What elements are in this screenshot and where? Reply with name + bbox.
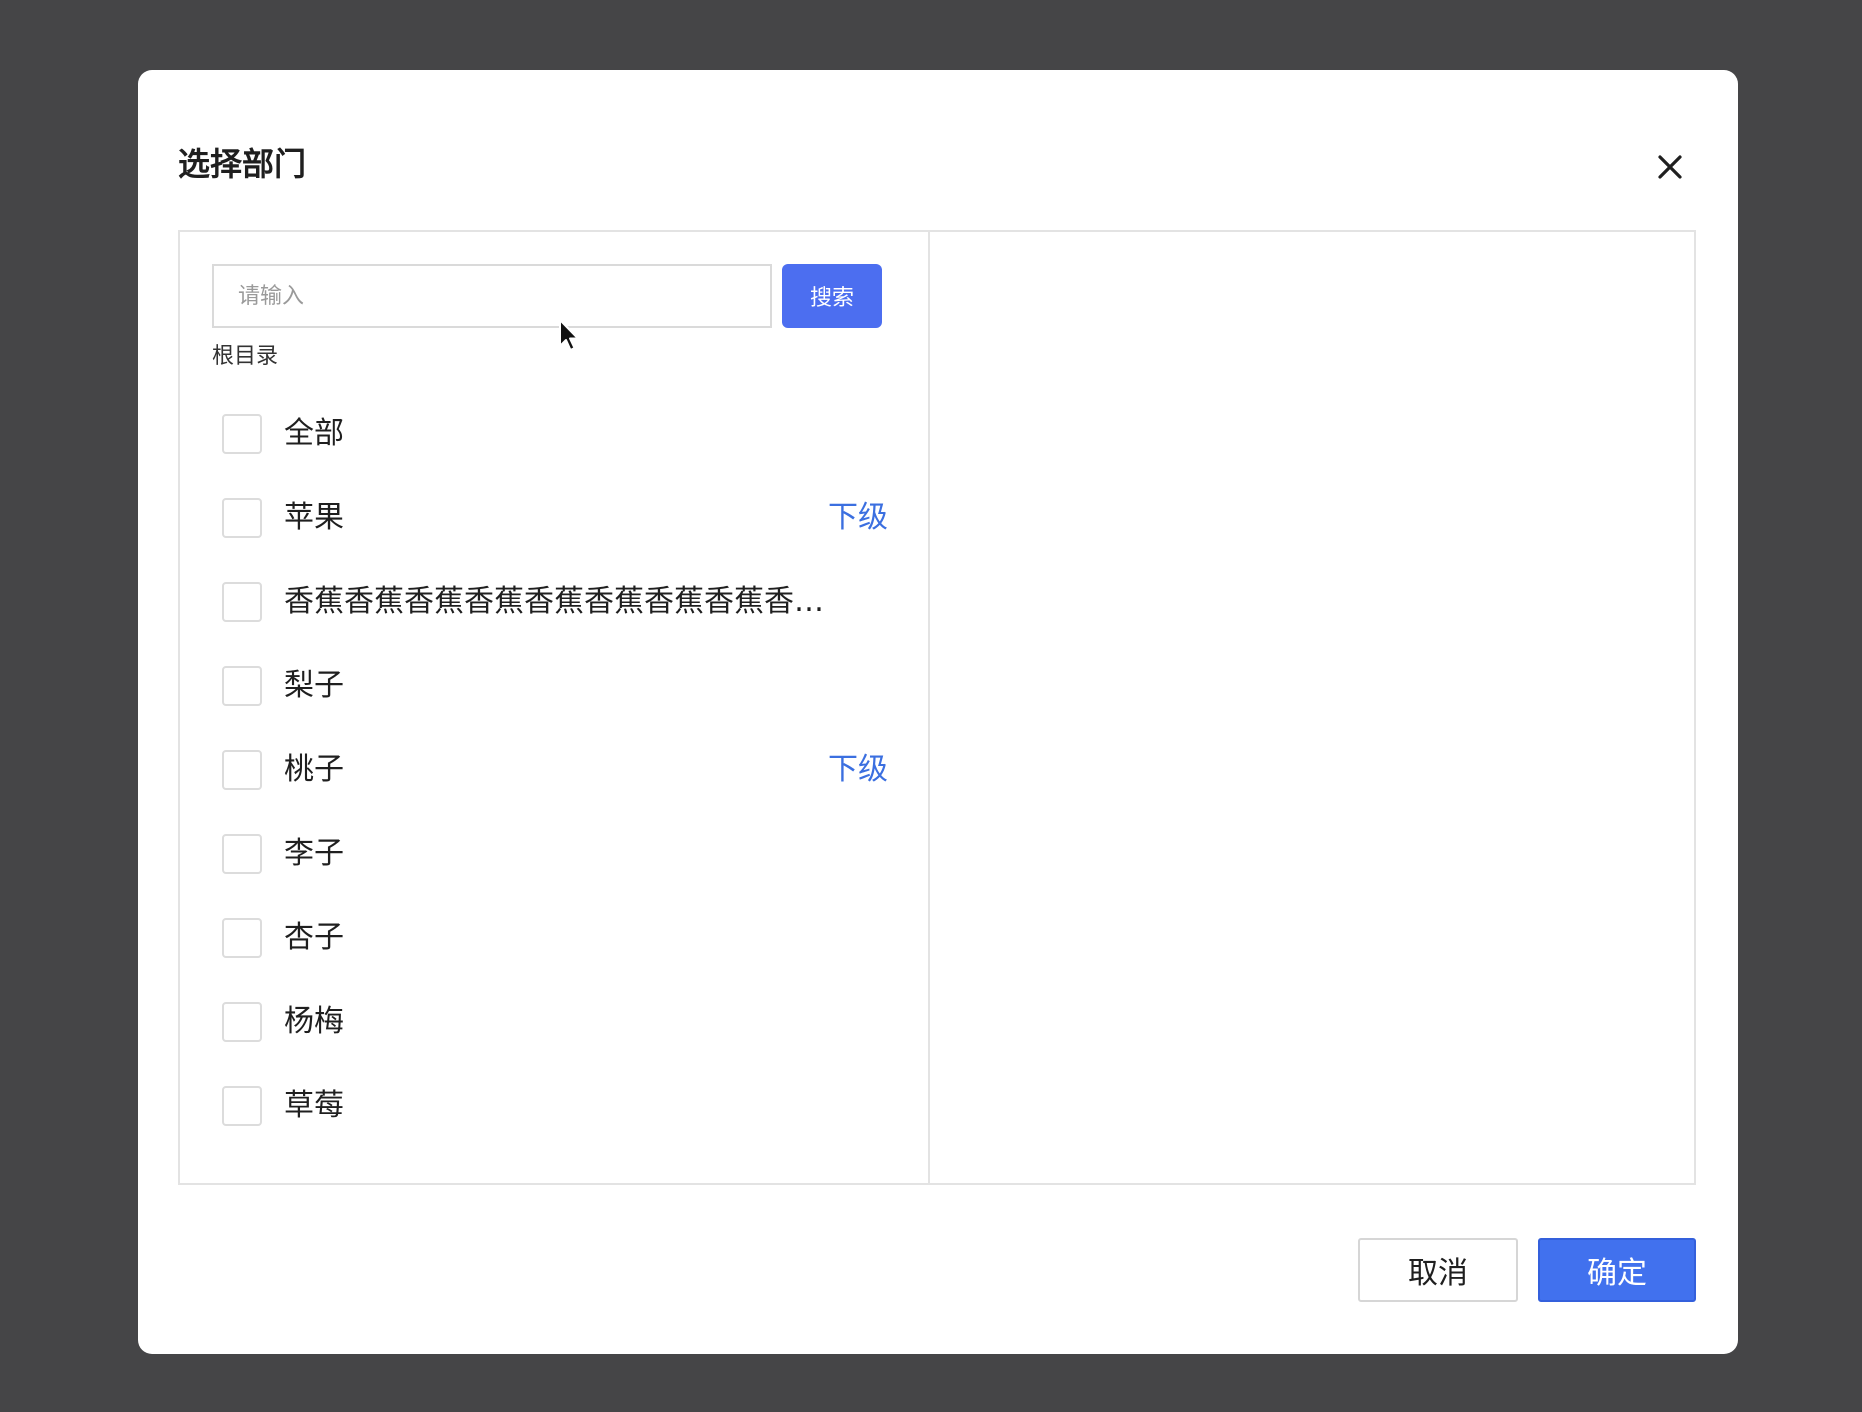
checkbox[interactable] [222, 834, 262, 874]
checkbox[interactable] [222, 498, 262, 538]
item-label: 桃子 [284, 752, 344, 787]
item-label: 李子 [284, 836, 344, 871]
subordinate-link[interactable]: 下级 [828, 728, 888, 812]
breadcrumb-root: 根目录 [212, 344, 279, 369]
list-item-apple[interactable]: 苹果 下级 [180, 476, 928, 560]
list-item-peach[interactable]: 桃子 下级 [180, 728, 928, 812]
confirm-button[interactable]: 确定 [1538, 1238, 1696, 1302]
checkbox[interactable] [222, 1002, 262, 1042]
checkbox[interactable] [222, 1086, 262, 1126]
checkbox[interactable] [222, 918, 262, 958]
list-item-strawberry[interactable]: 草莓 [180, 1064, 928, 1148]
item-label: 全部 [284, 416, 344, 451]
dialog-title: 选择部门 [178, 145, 307, 183]
item-label: 杏子 [284, 920, 344, 955]
checkbox[interactable] [222, 750, 262, 790]
list-item-banana[interactable]: 香蕉香蕉香蕉香蕉香蕉香蕉香蕉香蕉香… [180, 560, 928, 644]
list-item-plum[interactable]: 李子 [180, 812, 928, 896]
department-selector-panels: 搜索 根目录 全部 苹果 下级 香蕉香蕉香蕉香蕉香蕉香蕉香蕉香蕉香… [178, 230, 1696, 1185]
close-icon[interactable] [1657, 154, 1683, 180]
list-item-all[interactable]: 全部 [180, 392, 928, 476]
checkbox[interactable] [222, 582, 262, 622]
item-label: 梨子 [284, 668, 344, 703]
item-label: 香蕉香蕉香蕉香蕉香蕉香蕉香蕉香蕉香… [284, 584, 824, 619]
checkbox[interactable] [222, 666, 262, 706]
item-label: 杨梅 [284, 1004, 344, 1039]
list-item-bayberry[interactable]: 杨梅 [180, 980, 928, 1064]
department-tree-panel: 搜索 根目录 全部 苹果 下级 香蕉香蕉香蕉香蕉香蕉香蕉香蕉香蕉香… [180, 232, 930, 1183]
subordinate-link[interactable]: 下级 [828, 476, 888, 560]
search-button[interactable]: 搜索 [782, 264, 882, 328]
checkbox[interactable] [222, 414, 262, 454]
select-department-dialog: 选择部门 搜索 根目录 全部 苹果 下级 香蕉香蕉香蕉香蕉 [138, 70, 1738, 1354]
department-list: 全部 苹果 下级 香蕉香蕉香蕉香蕉香蕉香蕉香蕉香蕉香… 梨子 桃子 下级 李子 … [180, 392, 928, 1148]
selected-departments-panel [930, 232, 1694, 1183]
item-label: 草莓 [284, 1088, 344, 1123]
search-input[interactable] [212, 264, 772, 328]
list-item-pear[interactable]: 梨子 [180, 644, 928, 728]
item-label: 苹果 [284, 500, 344, 535]
cancel-button[interactable]: 取消 [1358, 1238, 1518, 1302]
list-item-apricot[interactable]: 杏子 [180, 896, 928, 980]
